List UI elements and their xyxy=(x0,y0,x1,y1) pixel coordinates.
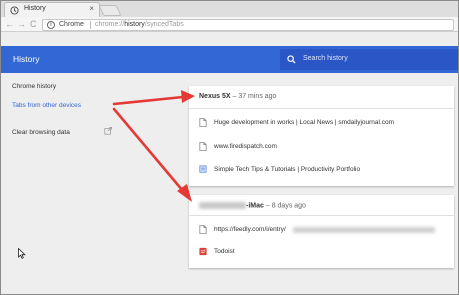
tab-history[interactable]: History × xyxy=(4,2,100,17)
device-last-sync: – 8 days ago xyxy=(263,202,306,210)
card-divider xyxy=(189,108,454,109)
sidebar-item-clear-browsing-data[interactable]: Clear browsing data xyxy=(12,129,70,136)
site-info-icon[interactable]: i xyxy=(47,21,55,29)
external-link-icon xyxy=(104,127,112,135)
device-card-imac: -iMac – 8 days ago https://feedly.com/i/… xyxy=(189,195,454,268)
search-field[interactable]: Search history xyxy=(280,49,458,70)
annotation-arrow-to-imac xyxy=(112,107,192,202)
page-icon xyxy=(199,118,207,127)
page-title: History xyxy=(13,54,40,64)
mouse-cursor-icon xyxy=(18,248,26,259)
tab-link[interactable]: Todoist xyxy=(214,248,235,255)
url-text: chrome://history/syncedTabs xyxy=(95,21,184,28)
tab-link[interactable]: Simple Tech Tips & Tutorials | Productiv… xyxy=(214,166,360,173)
sidebar-item-chrome-history[interactable]: Chrome history xyxy=(12,83,56,90)
device-header: -iMac – 8 days ago xyxy=(199,202,306,209)
browser-window: History × ← → C i Chrome chrome://histor… xyxy=(0,0,459,295)
redacted-device-name xyxy=(199,202,246,209)
todoist-icon xyxy=(199,247,207,256)
list-item[interactable]: https://feedly.com/i/entry/ xyxy=(199,225,449,235)
sidebar-item-tabs-from-other-devices[interactable]: Tabs from other devices xyxy=(12,102,81,109)
url-prefix: chrome:// xyxy=(95,21,125,28)
device-header: Nexus 5X – 37 mins ago xyxy=(199,93,276,100)
site-icon xyxy=(199,165,207,173)
url-host: history xyxy=(124,21,145,28)
security-chip: Chrome xyxy=(59,21,84,28)
history-clock-icon xyxy=(10,6,19,15)
page-header: History Search history xyxy=(1,46,458,73)
search-icon xyxy=(287,55,296,64)
tab-link[interactable]: Huge development in works | Local News |… xyxy=(214,119,394,126)
back-icon[interactable]: ← xyxy=(5,18,14,30)
search-placeholder: Search history xyxy=(303,55,348,62)
new-tab-button[interactable] xyxy=(98,5,122,16)
annotation-arrow-to-nexus xyxy=(112,90,195,106)
list-item[interactable]: Huge development in works | Local News |… xyxy=(199,118,449,128)
device-name: Nexus 5X xyxy=(199,93,231,100)
address-bar[interactable]: i Chrome chrome://history/syncedTabs xyxy=(42,19,454,31)
device-last-sync: – 37 mins ago xyxy=(230,93,277,100)
chip-divider xyxy=(90,21,91,29)
device-card-nexus: Nexus 5X – 37 mins ago Huge development … xyxy=(189,86,454,186)
page-icon xyxy=(199,225,207,234)
close-tab-icon[interactable]: × xyxy=(89,4,94,14)
forward-icon[interactable]: → xyxy=(17,18,26,30)
tab-link[interactable]: https://feedly.com/i/entry/ xyxy=(214,226,286,233)
tab-link[interactable]: www.firedispatch.com xyxy=(214,143,277,150)
list-item[interactable]: Todoist xyxy=(199,247,449,257)
reload-icon[interactable]: C xyxy=(30,18,37,30)
tab-title: History xyxy=(24,5,46,12)
tab-strip: History × xyxy=(1,1,458,17)
list-item[interactable]: Simple Tech Tips & Tutorials | Productiv… xyxy=(199,165,449,175)
url-path: /syncedTabs xyxy=(144,21,184,28)
page-icon xyxy=(199,142,207,151)
list-item[interactable]: www.firedispatch.com xyxy=(199,142,449,152)
redacted-url xyxy=(293,227,435,233)
card-divider xyxy=(189,215,454,216)
device-name: -iMac xyxy=(246,202,264,210)
browser-toolbar: ← → C i Chrome chrome://history/syncedTa… xyxy=(1,17,458,32)
